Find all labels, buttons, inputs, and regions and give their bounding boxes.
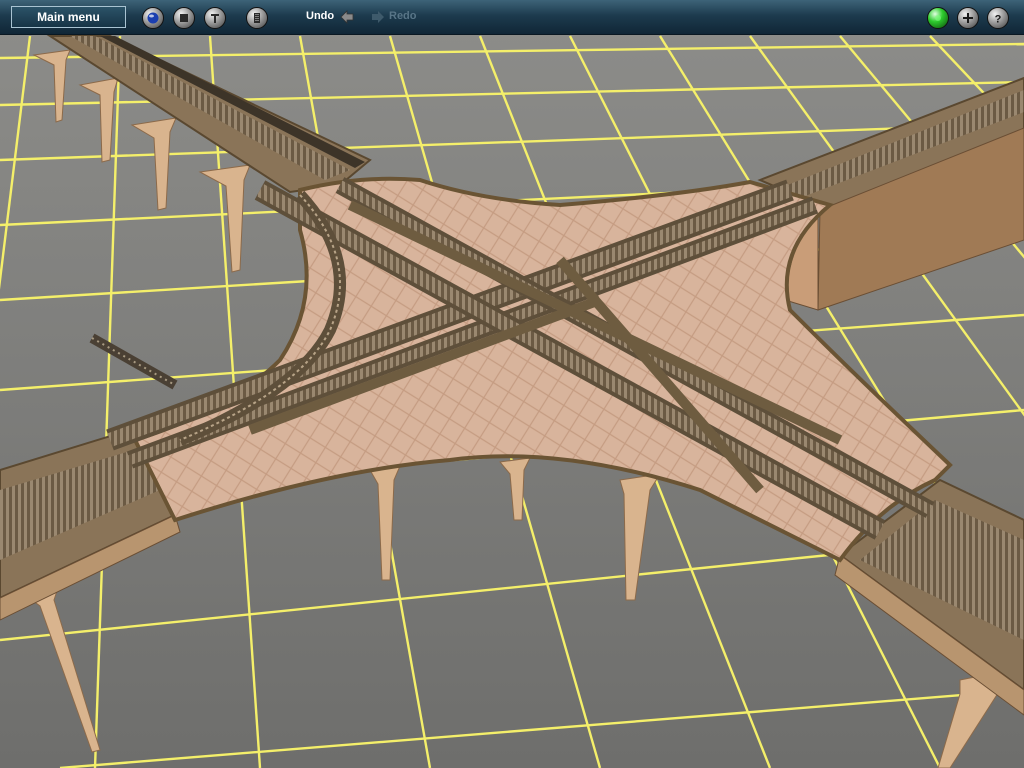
- status-light-icon: [935, 15, 941, 21]
- main-menu-button[interactable]: Main menu: [11, 6, 126, 28]
- help-button[interactable]: ?: [987, 7, 1009, 29]
- undo-arrow-icon[interactable]: [339, 9, 355, 25]
- top-toolbar: Main menu Undo Redo ?: [0, 0, 1024, 35]
- status-light-button[interactable]: [927, 7, 949, 29]
- square-tool-button[interactable]: [173, 7, 195, 29]
- globe-button[interactable]: [142, 7, 164, 29]
- redo-button[interactable]: Redo: [389, 10, 417, 22]
- globe-icon: [147, 12, 159, 24]
- wrench-icon: [211, 14, 219, 23]
- redo-arrow-icon[interactable]: [370, 9, 386, 25]
- film-tool-button[interactable]: [246, 7, 268, 29]
- film-icon: [254, 13, 260, 23]
- undo-button[interactable]: Undo: [306, 10, 334, 22]
- add-button[interactable]: [957, 7, 979, 29]
- svg-text:?: ?: [995, 14, 1002, 26]
- help-icon: ?: [995, 14, 1002, 26]
- wrench-tool-button[interactable]: [204, 7, 226, 29]
- plus-icon: [963, 13, 973, 23]
- 3d-viewport[interactable]: [0, 0, 1024, 768]
- square-icon: [180, 14, 188, 22]
